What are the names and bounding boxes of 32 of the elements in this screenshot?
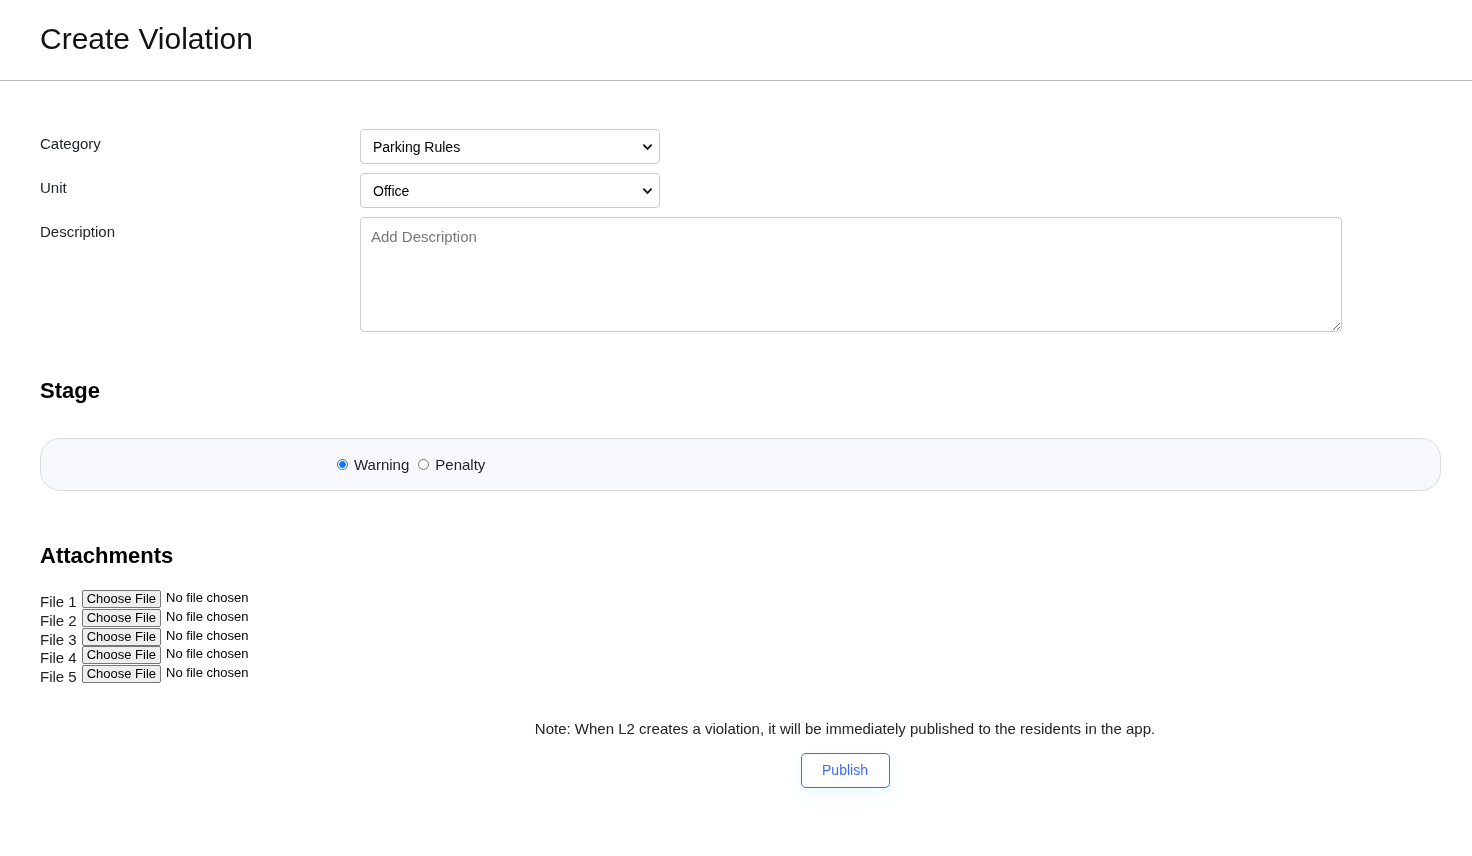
file-status: No file chosen: [166, 646, 249, 663]
choose-file-button[interactable]: Choose File: [81, 608, 162, 627]
file-status: No file chosen: [166, 590, 249, 606]
radio-button[interactable]: [418, 459, 430, 470]
file-label: File 3: [40, 629, 77, 648]
choose-file-button[interactable]: Choose File: [81, 665, 162, 684]
field-label: Category: [40, 134, 102, 152]
file-status: No file chosen: [166, 665, 249, 682]
file-label: File 4: [40, 648, 77, 667]
choose-file-button[interactable]: Choose File: [81, 590, 162, 608]
note-text: Note: When L2 creates a violation, it will be immediately published to the residents in the app.: [534, 720, 1156, 737]
radio-label: Penalty: [435, 456, 486, 473]
file-label: File 1: [40, 592, 77, 610]
dropdown[interactable]: Office: [360, 173, 660, 208]
section-heading: Attachments: [39, 543, 175, 569]
choose-file-button[interactable]: Choose File: [81, 646, 162, 665]
chevron-icon: [642, 142, 653, 151]
dropdown[interactable]: Parking Rules: [360, 129, 660, 164]
field-label: Unit: [40, 178, 68, 196]
file-status: No file chosen: [166, 608, 249, 625]
section-heading: Stage: [39, 378, 101, 404]
file-label: File 2: [40, 610, 77, 629]
radio-button[interactable]: [337, 459, 348, 470]
description-field[interactable]: Add Description: [360, 217, 1342, 332]
publish-button[interactable]: Publish: [800, 753, 890, 788]
file-label: File 5: [40, 667, 77, 686]
choose-file-button[interactable]: Choose File: [81, 627, 162, 646]
file-status: No file chosen: [166, 627, 249, 644]
radio-label: Warning: [354, 456, 410, 473]
page-title: Create Violation: [40, 22, 254, 56]
chevron-icon: [642, 186, 653, 195]
field-label: Description: [40, 222, 117, 240]
